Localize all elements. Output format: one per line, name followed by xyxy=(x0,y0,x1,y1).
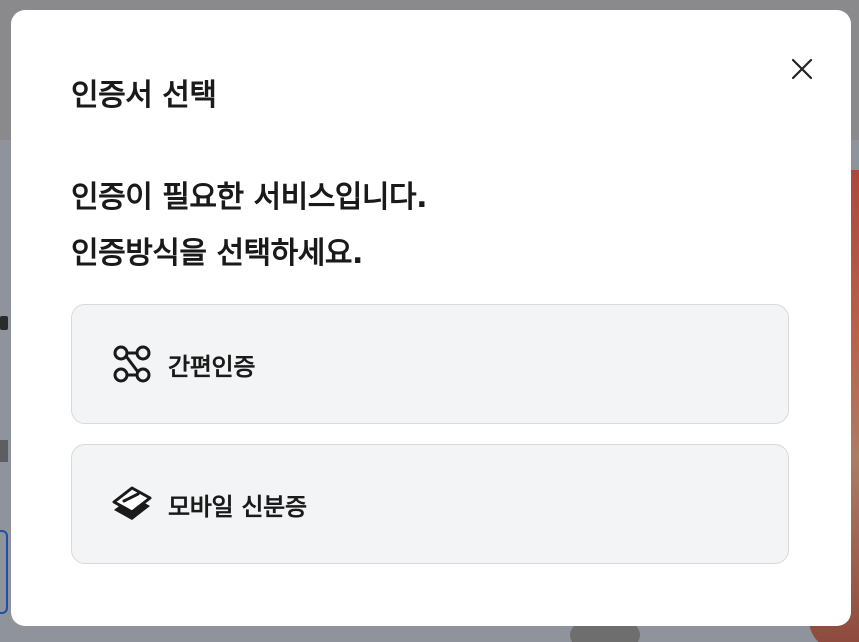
background-text-fragment xyxy=(0,316,8,330)
background-button-outline xyxy=(0,530,8,614)
simple-auth-icon xyxy=(110,342,154,386)
close-button[interactable] xyxy=(787,54,817,84)
modal-headline: 인증이 필요한 서비스입니다. 인증방식을 선택하세요. xyxy=(71,170,428,282)
option-mobile-id[interactable]: 모바일 신분증 xyxy=(71,444,789,564)
certificate-select-modal: 인증서 선택 인증이 필요한 서비스입니다. 인증방식을 선택하세요. 간편인증… xyxy=(11,10,851,626)
headline-line-1: 인증이 필요한 서비스입니다. xyxy=(71,180,428,215)
option-simple-auth-label: 간편인증 xyxy=(168,352,256,381)
option-simple-auth[interactable]: 간편인증 xyxy=(71,304,789,424)
page: 인증서 선택 인증이 필요한 서비스입니다. 인증방식을 선택하세요. 간편인증… xyxy=(0,0,859,642)
background-text-fragment-2 xyxy=(0,440,8,462)
option-mobile-id-label: 모바일 신분증 xyxy=(168,492,307,521)
close-icon xyxy=(791,58,813,80)
headline-line-2: 인증방식을 선택하세요. xyxy=(71,236,363,271)
mobile-id-icon xyxy=(110,482,154,526)
modal-title: 인증서 선택 xyxy=(71,78,217,113)
